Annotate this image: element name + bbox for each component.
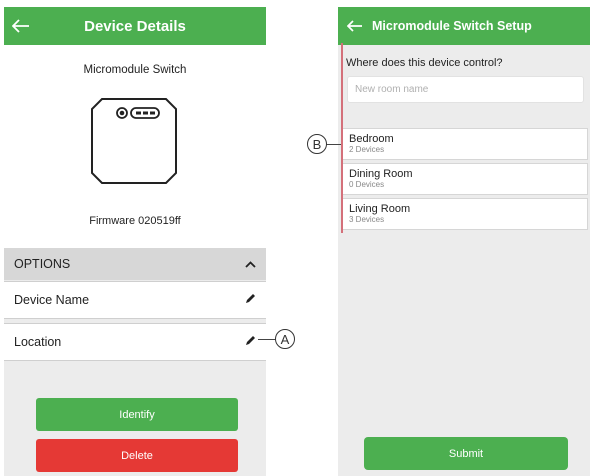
callout-b-marker: B bbox=[307, 134, 327, 154]
callout-b-leader bbox=[326, 144, 341, 145]
page-title: Micromodule Switch Setup bbox=[372, 19, 532, 33]
new-room-name-input[interactable] bbox=[347, 76, 584, 103]
option-label: Device Name bbox=[14, 293, 90, 307]
device-details-screen: Device Details Micromodule Switch Firmwa… bbox=[4, 7, 266, 476]
delete-button[interactable]: Delete bbox=[36, 439, 238, 472]
firmware-label: Firmware 020519ff bbox=[89, 215, 181, 227]
room-question-label: Where does this device control? bbox=[346, 57, 503, 69]
page-title: Device Details bbox=[84, 17, 186, 35]
options-header[interactable]: OPTIONS bbox=[4, 248, 266, 280]
chevron-up-icon[interactable] bbox=[245, 257, 256, 271]
room-item-living-room[interactable]: Living Room 3 Devices bbox=[342, 198, 588, 230]
option-location[interactable]: Location bbox=[4, 323, 266, 361]
option-device-name[interactable]: Device Name bbox=[4, 281, 266, 319]
app-bar: Micromodule Switch Setup bbox=[338, 7, 590, 45]
identify-button[interactable]: Identify bbox=[36, 398, 238, 431]
callout-a-marker: A bbox=[275, 329, 295, 349]
back-arrow-icon[interactable] bbox=[338, 7, 372, 45]
callout-a-leader bbox=[258, 339, 276, 340]
submit-button[interactable]: Submit bbox=[364, 437, 568, 470]
room-device-count: 0 Devices bbox=[349, 180, 385, 189]
switch-setup-screen: Micromodule Switch Setup Where does this… bbox=[338, 7, 590, 476]
room-item-dining-room[interactable]: Dining Room 0 Devices bbox=[342, 163, 588, 195]
option-label: Location bbox=[14, 335, 62, 349]
device-name-label: Micromodule Switch bbox=[83, 64, 187, 76]
callout-b-bracket bbox=[341, 43, 343, 233]
device-card: Micromodule Switch Firmware 020519ff bbox=[4, 45, 266, 248]
app-bar: Device Details bbox=[4, 7, 266, 45]
room-name: Bedroom bbox=[349, 133, 394, 145]
room-device-count: 2 Devices bbox=[349, 145, 385, 154]
options-header-label: OPTIONS bbox=[14, 257, 71, 271]
room-device-count: 3 Devices bbox=[349, 215, 385, 224]
room-name: Dining Room bbox=[349, 168, 413, 180]
room-item-bedroom[interactable]: Bedroom 2 Devices bbox=[342, 128, 588, 160]
pencil-icon[interactable] bbox=[245, 335, 256, 349]
device-module-icon bbox=[88, 95, 180, 187]
back-arrow-icon[interactable] bbox=[4, 7, 38, 45]
pencil-icon[interactable] bbox=[245, 293, 256, 307]
room-name: Living Room bbox=[349, 203, 411, 215]
